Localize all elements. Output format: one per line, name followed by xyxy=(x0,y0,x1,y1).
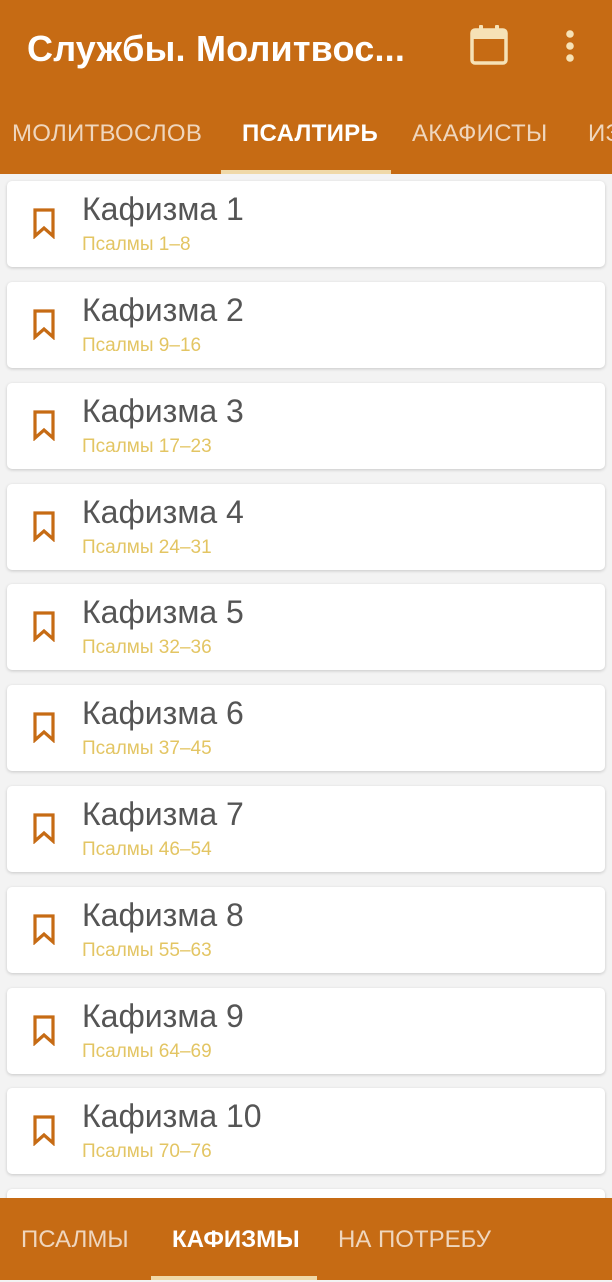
bookmark-icon[interactable] xyxy=(32,1114,56,1146)
list-item[interactable]: Кафизма 5 Псалмы 32–36 xyxy=(7,584,605,670)
kathisma-title: Кафизма 1 xyxy=(82,191,244,227)
more-options-button[interactable] xyxy=(556,26,584,66)
kathisma-title: Кафизма 3 xyxy=(82,393,244,429)
tab-iz[interactable]: Из xyxy=(588,100,612,174)
list-item[interactable]: Кафизма 2 Псалмы 9–16 xyxy=(7,282,605,368)
app-bar: Службы. Молитвос... Молитвослов Псалтирь… xyxy=(0,0,612,174)
kathisma-title: Кафизма 9 xyxy=(82,998,244,1034)
kathisma-psalms: Псалмы 24–31 xyxy=(82,537,212,558)
bookmark-icon[interactable] xyxy=(32,409,56,441)
bookmark-icon[interactable] xyxy=(32,913,56,945)
bookmark-icon[interactable] xyxy=(32,812,56,844)
bookmark-icon[interactable] xyxy=(32,711,56,743)
kathisma-psalms: Псалмы 70–76 xyxy=(82,1141,212,1162)
kathisma-title: Кафизма 7 xyxy=(82,796,244,832)
bookmark-icon[interactable] xyxy=(32,610,56,642)
bookmark-icon[interactable] xyxy=(32,308,56,340)
tab-akafisty[interactable]: Акафисты xyxy=(412,100,548,174)
kathisma-psalms: Псалмы 32–36 xyxy=(82,637,212,658)
kathisma-psalms: Псалмы 9–16 xyxy=(82,335,202,356)
kathisma-psalms: Псалмы 46–54 xyxy=(82,839,212,860)
kathisma-psalms: Псалмы 17–23 xyxy=(82,436,212,457)
list-item[interactable]: Кафизма 1 Псалмы 1–8 xyxy=(7,181,605,267)
more-vert-icon xyxy=(566,30,574,62)
list-item[interactable]: Кафизма 9 Псалмы 64–69 xyxy=(7,988,605,1074)
tab-molitvoslov[interactable]: Молитвослов xyxy=(12,100,202,174)
list-item[interactable]: Кафизма 4 Псалмы 24–31 xyxy=(7,484,605,570)
tab-psalmy[interactable]: Псалмы xyxy=(21,1198,129,1280)
kathisma-psalms: Псалмы 64–69 xyxy=(82,1041,212,1062)
list-item[interactable]: Кафизма 10 Псалмы 70–76 xyxy=(7,1088,605,1174)
bottom-tab-indicator xyxy=(151,1276,317,1280)
app-title: Службы. Молитвос... xyxy=(27,28,406,69)
top-tabs: Молитвослов Псалтирь Акафисты Из xyxy=(0,100,612,174)
kathisma-list[interactable]: Кафизма 1 Псалмы 1–8 Кафизма 2 Псалмы 9–… xyxy=(0,174,612,1198)
kathisma-psalms: Псалмы 37–45 xyxy=(82,738,212,759)
kathisma-title: Кафизма 10 xyxy=(82,1098,262,1134)
list-item[interactable]: Кафизма 8 Псалмы 55–63 xyxy=(7,887,605,973)
tab-na-potrebu[interactable]: На потребу xyxy=(338,1198,491,1280)
kathisma-title: Кафизма 5 xyxy=(82,594,244,630)
list-item-partial[interactable] xyxy=(7,1189,605,1198)
list-item[interactable]: Кафизма 3 Псалмы 17–23 xyxy=(7,383,605,469)
bookmark-icon[interactable] xyxy=(32,207,56,239)
tab-psaltir[interactable]: Псалтирь xyxy=(242,100,378,174)
calendar-button[interactable] xyxy=(469,24,509,66)
bookmark-icon[interactable] xyxy=(32,1014,56,1046)
bottom-tabs: Псалмы Кафизмы На потребу xyxy=(0,1198,612,1280)
calendar-icon xyxy=(470,25,508,65)
kathisma-psalms: Псалмы 1–8 xyxy=(82,234,191,255)
tab-kafizmy[interactable]: Кафизмы xyxy=(172,1198,300,1280)
list-item[interactable]: Кафизма 7 Псалмы 46–54 xyxy=(7,786,605,872)
kathisma-title: Кафизма 2 xyxy=(82,292,244,328)
list-item[interactable]: Кафизма 6 Псалмы 37–45 xyxy=(7,685,605,771)
kathisma-psalms: Псалмы 55–63 xyxy=(82,940,212,961)
kathisma-title: Кафизма 6 xyxy=(82,695,244,731)
bookmark-icon[interactable] xyxy=(32,510,56,542)
kathisma-title: Кафизма 8 xyxy=(82,897,244,933)
kathisma-title: Кафизма 4 xyxy=(82,494,244,530)
